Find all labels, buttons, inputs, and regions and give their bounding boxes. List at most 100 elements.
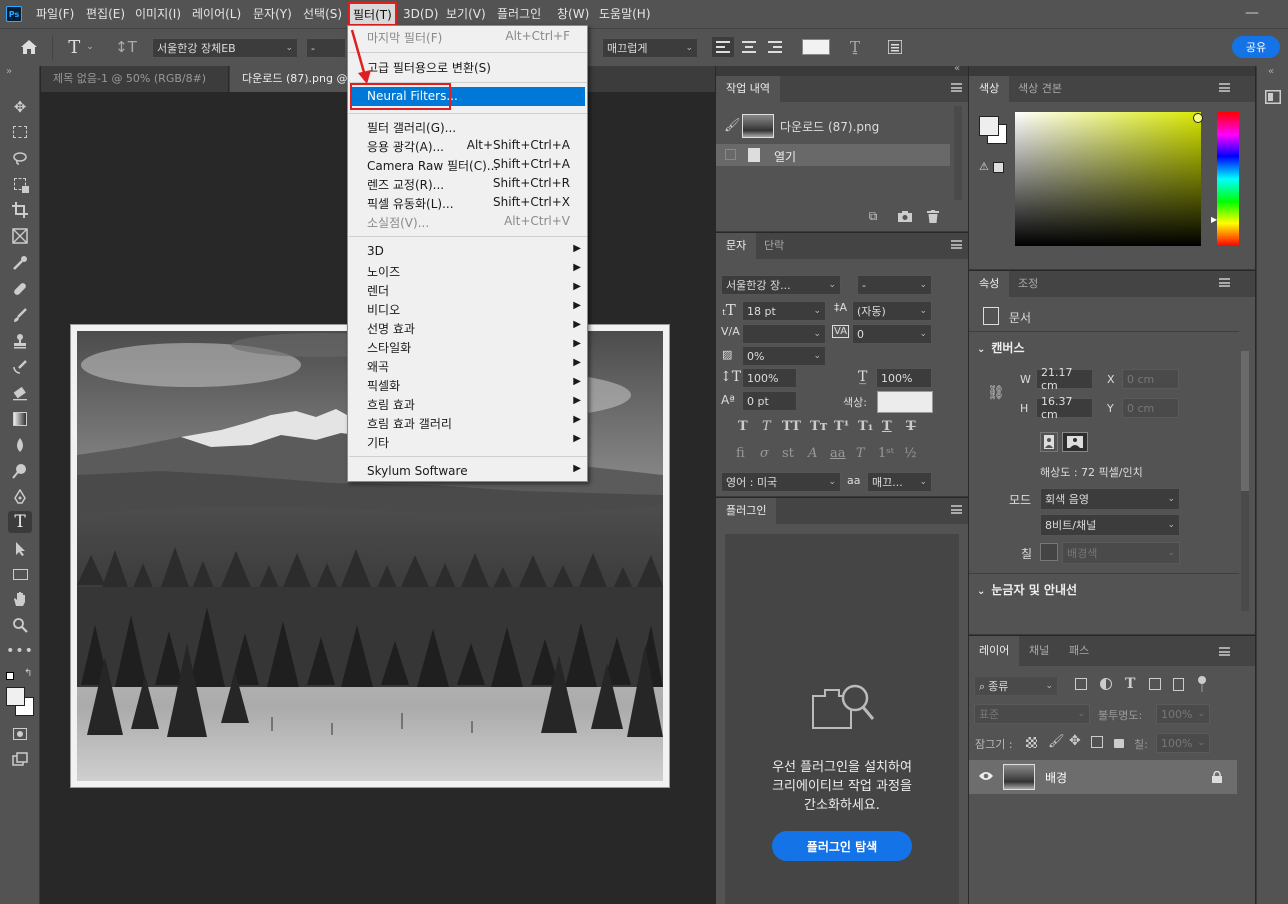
link-dimensions-icon[interactable]: ⛓ (987, 385, 1005, 401)
fill-swatch[interactable] (1040, 543, 1058, 561)
zoom-tool-icon[interactable] (8, 614, 32, 636)
right-dock-collapse[interactable] (969, 66, 1255, 76)
baseline-shift-input[interactable]: 0 pt (742, 391, 797, 411)
menu-item-sharpen[interactable]: 선명 효과 ▶ (348, 318, 588, 337)
move-tool-icon[interactable]: ✥ (8, 96, 32, 118)
tab-history[interactable]: 작업 내역 (716, 76, 780, 102)
menu-item-blur-gallery[interactable]: 흐림 효과 갤러리 ▶ (348, 413, 588, 432)
menu-file[interactable]: 파일(F) (36, 0, 74, 28)
panel-scrollbar[interactable] (954, 106, 962, 200)
foreground-color-swatch[interactable] (6, 687, 25, 706)
underline-icon[interactable]: T (882, 419, 892, 434)
panel-menu-icon[interactable] (1219, 278, 1230, 287)
layer-row-background[interactable]: 배경 (969, 760, 1237, 794)
tracking-select[interactable]: 0 ⌄ (852, 324, 932, 344)
tab-plugins[interactable]: 플러그인 (716, 498, 777, 524)
middle-dock-collapse[interactable] (716, 66, 968, 76)
panel-collapse-icon[interactable]: « (1268, 66, 1274, 77)
eye-icon[interactable] (979, 770, 993, 784)
menu-item-adaptive-wide-angle[interactable]: 응용 광각(A)... Alt+Shift+Ctrl+A (348, 136, 588, 155)
menu-edit[interactable]: 편집(E) (86, 0, 125, 28)
type-tool-preset-icon[interactable]: T ⌄ (62, 37, 100, 58)
gamut-swatch[interactable] (993, 162, 1004, 173)
filter-type-icon[interactable]: T (1125, 676, 1135, 692)
horizontal-scale-input[interactable]: 100% (876, 368, 932, 388)
lasso-tool-icon[interactable] (8, 147, 32, 169)
faux-italic-icon[interactable]: T (762, 419, 771, 434)
doc-tab-untitled[interactable]: 제목 없음-1 @ 50% (RGB/8#) (41, 66, 229, 92)
menu-item-blur[interactable]: 흐림 효과 ▶ (348, 394, 588, 413)
tsume-select[interactable]: 0% ⌄ (742, 346, 826, 366)
eraser-tool-icon[interactable] (8, 382, 32, 404)
menu-item-video[interactable]: 비디오 ▶ (348, 299, 588, 318)
kerning-select[interactable]: ⌄ (742, 324, 826, 344)
filter-toggle-icon[interactable] (1198, 676, 1206, 684)
trash-icon[interactable] (924, 208, 942, 224)
history-brush-tool-icon[interactable] (8, 356, 32, 378)
faux-bold-icon[interactable]: T (738, 419, 748, 434)
step-checkbox[interactable] (725, 149, 736, 160)
rulers-section-header[interactable]: ⌄ 눈금자 및 안내선 (977, 581, 1077, 598)
screen-mode-icon[interactable] (8, 748, 32, 770)
panel-menu-icon[interactable] (1219, 647, 1230, 656)
doc-tab-download[interactable]: 다운로드 (87).png @ (230, 66, 350, 92)
menu-item-filter-gallery[interactable]: 필터 갤러리(G)... (348, 117, 588, 136)
mode-select[interactable]: 회색 음영 ⌄ (1040, 488, 1180, 510)
quick-mask-icon[interactable] (8, 723, 32, 745)
font-style-select[interactable]: - (306, 38, 346, 58)
subscript-icon[interactable]: T₁ (858, 419, 873, 434)
ligatures-icon[interactable]: fi (736, 446, 745, 461)
menu-item-lens-correction[interactable]: 렌즈 교정(R)... Shift+Ctrl+R (348, 174, 588, 193)
fractions-icon[interactable]: ½ (904, 446, 917, 461)
new-document-from-state-icon[interactable]: ⧉ (864, 208, 882, 224)
char-font-style-select[interactable]: - ⌄ (857, 275, 932, 295)
out-of-gamut-warning-icon[interactable]: ⚠ (979, 160, 989, 173)
char-antialias-select[interactable]: 매끄... ⌄ (867, 472, 932, 492)
filter-adjustment-icon[interactable] (1100, 678, 1112, 690)
share-button[interactable]: 공유 (1232, 36, 1280, 58)
discretionary-ligatures-icon[interactable]: st (782, 446, 794, 461)
titling-alternates-icon[interactable]: T (856, 446, 865, 461)
panel-menu-icon[interactable] (951, 505, 962, 514)
lock-image-icon[interactable]: 🖌 (1048, 734, 1065, 749)
menu-item-stylize[interactable]: 스타일화 ▶ (348, 337, 588, 356)
small-caps-icon[interactable]: Tᴛ (810, 419, 828, 434)
tab-adjustments[interactable]: 조정 (1008, 271, 1048, 297)
gradient-tool-icon[interactable] (8, 408, 32, 430)
color-picker-handle[interactable] (1193, 113, 1203, 123)
dock-panel-icon[interactable] (1264, 88, 1282, 106)
layer-filter-select[interactable]: ⌕ 종류 ⌄ (974, 676, 1058, 696)
height-input[interactable]: 16.37 cm (1036, 395, 1093, 421)
menu-item-liquify[interactable]: 픽셀 유동화(L)... Shift+Ctrl+X (348, 193, 588, 212)
strikethrough-icon[interactable]: T (906, 419, 916, 434)
scrollbar-thumb[interactable] (1241, 351, 1249, 491)
history-step-open[interactable]: 열기 (716, 144, 950, 166)
warp-text-icon[interactable]: Ṯ (844, 37, 866, 57)
ordinals-icon[interactable]: 1ˢᵗ (878, 446, 894, 461)
lock-all-icon[interactable] (1114, 739, 1124, 748)
panel-collapse-icon[interactable]: » (6, 66, 12, 77)
swap-colors-icon[interactable]: ↰ (24, 668, 32, 679)
font-family-select[interactable]: 서울한강 장체EB ⌄ (152, 38, 298, 58)
blend-mode-select[interactable]: 표준 ⌄ (974, 704, 1090, 724)
portrait-orientation-icon[interactable] (1040, 432, 1058, 452)
antialias-select[interactable]: 매끄럽게 ⌄ (602, 38, 698, 58)
brush-tool-icon[interactable] (8, 304, 32, 326)
menu-item-camera-raw-filter[interactable]: Camera Raw 필터(C)... Shift+Ctrl+A (348, 155, 588, 174)
menu-3d[interactable]: 3D(D) (403, 0, 438, 28)
camera-icon[interactable] (896, 208, 914, 224)
menu-image[interactable]: 이미지(I) (135, 0, 181, 28)
tab-character[interactable]: 문자 (716, 233, 757, 259)
font-size-select[interactable]: 18 pt ⌄ (742, 301, 826, 321)
more-tools-icon[interactable]: ••• (6, 640, 33, 662)
align-left-icon[interactable] (712, 37, 734, 57)
menu-item-render[interactable]: 렌더 ▶ (348, 280, 588, 299)
panel-menu-icon[interactable] (951, 83, 962, 92)
menu-select[interactable]: 선택(S) (303, 0, 342, 28)
old-style-icon[interactable]: σ (760, 446, 769, 461)
y-input[interactable]: 0 cm (1122, 398, 1179, 418)
text-orientation-icon[interactable]: ↕T (114, 37, 138, 57)
menu-help[interactable]: 도움말(H) (599, 0, 651, 28)
filter-shape-icon[interactable] (1149, 678, 1161, 690)
text-color-swatch[interactable] (802, 39, 830, 55)
